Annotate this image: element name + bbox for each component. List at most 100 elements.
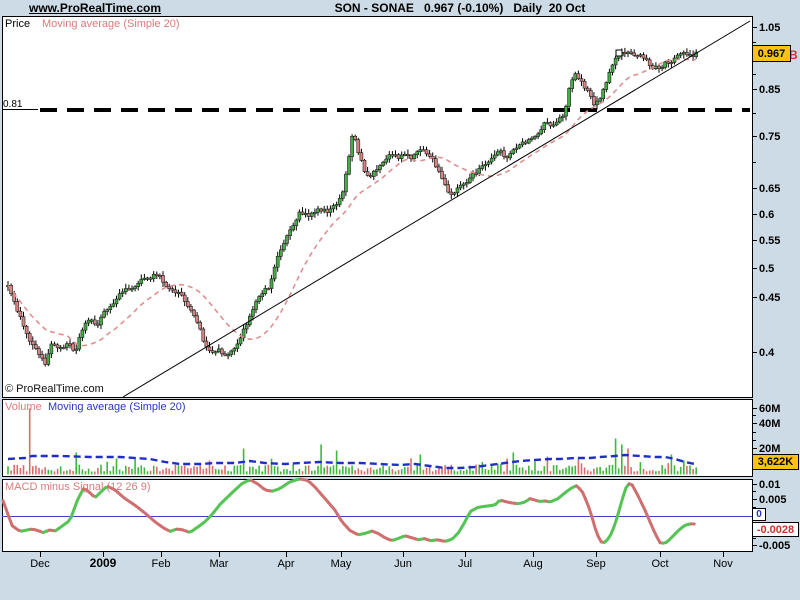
candle-body bbox=[604, 82, 609, 90]
candle-body bbox=[514, 147, 519, 151]
candle-body bbox=[232, 348, 237, 352]
candle-body bbox=[480, 165, 485, 169]
last-price-box: 0.967 bbox=[752, 45, 791, 62]
candle-body bbox=[337, 198, 342, 205]
candle-body bbox=[309, 212, 314, 217]
candle-body bbox=[213, 351, 218, 354]
candle-body bbox=[564, 106, 568, 117]
candle-body bbox=[207, 346, 212, 351]
price-ma-label: Moving average (Simple 20) bbox=[42, 18, 180, 30]
month-label: Mar bbox=[210, 558, 229, 570]
candle-body bbox=[83, 322, 88, 331]
candle-body bbox=[145, 277, 150, 280]
site-link[interactable]: www.ProRealTime.com bbox=[29, 1, 161, 15]
candle-body bbox=[325, 208, 330, 213]
candle-body bbox=[272, 266, 277, 280]
candle-body bbox=[443, 178, 447, 186]
candle-body bbox=[235, 343, 240, 349]
candle-body bbox=[666, 61, 671, 64]
candle-body bbox=[347, 156, 351, 175]
macd-axis-label: 0.01 bbox=[759, 479, 780, 491]
candle-body bbox=[238, 337, 243, 345]
candle-body bbox=[350, 135, 354, 157]
candle-body bbox=[27, 333, 32, 342]
candle-body bbox=[635, 55, 640, 58]
candle-body bbox=[127, 288, 131, 291]
candle-body bbox=[155, 273, 159, 276]
candle-body bbox=[86, 319, 91, 324]
copyright-label: © ProRealTime.com bbox=[5, 383, 104, 395]
candle-body bbox=[223, 353, 227, 356]
candle-body bbox=[520, 141, 525, 146]
candle-body bbox=[458, 184, 463, 189]
candle-body bbox=[632, 52, 637, 56]
candle-body bbox=[365, 171, 370, 176]
candle-body bbox=[495, 151, 500, 156]
candle-body bbox=[182, 294, 187, 302]
candle-body bbox=[179, 291, 184, 296]
trendline-handle bbox=[615, 49, 623, 57]
price-axis-label: 0.45 bbox=[759, 292, 780, 304]
candle-body bbox=[74, 348, 78, 351]
candle-body bbox=[489, 157, 494, 163]
proreal-time-chart-window: Price Moving average (Simple 20) 0.81 © Pro… bbox=[0, 0, 800, 600]
candle-body bbox=[151, 273, 156, 280]
month-label: Oct bbox=[651, 558, 668, 570]
price-panel bbox=[2, 16, 753, 398]
month-label: Apr bbox=[277, 558, 294, 570]
candle-body bbox=[660, 67, 664, 70]
candle-body bbox=[148, 277, 153, 280]
candle-body bbox=[412, 154, 416, 160]
volume-value-box: 3,622K bbox=[752, 454, 799, 470]
candle-body bbox=[440, 170, 444, 179]
candle-body bbox=[93, 319, 97, 325]
candle-body bbox=[378, 165, 382, 170]
candle-body bbox=[486, 161, 491, 165]
month-label: Sep bbox=[586, 558, 606, 570]
candle-body bbox=[164, 281, 168, 287]
volume-axis-label: 60M bbox=[759, 403, 780, 415]
candle-body bbox=[61, 347, 66, 350]
candle-body bbox=[499, 150, 503, 153]
candle-body bbox=[557, 117, 562, 123]
candle-body bbox=[573, 73, 578, 81]
candle-body bbox=[548, 122, 553, 127]
candle-body bbox=[492, 154, 497, 159]
candle-body bbox=[15, 301, 20, 312]
candle-body bbox=[626, 51, 630, 54]
candle-body bbox=[561, 115, 565, 119]
candle-body bbox=[681, 52, 686, 55]
candle-body bbox=[471, 172, 475, 179]
candle-body bbox=[306, 213, 311, 217]
candle-body bbox=[297, 211, 302, 221]
candle-body bbox=[530, 137, 534, 140]
month-label: Nov bbox=[713, 558, 733, 570]
candle-body bbox=[396, 154, 401, 159]
candle-body bbox=[368, 175, 373, 178]
candle-body bbox=[344, 173, 348, 193]
price-axis-label: 0.5 bbox=[759, 263, 774, 275]
header-bar: www.ProRealTime.com SON - SONAE 0.967 (-… bbox=[0, 0, 800, 15]
candle-body bbox=[427, 153, 432, 157]
candle-body bbox=[96, 323, 100, 326]
candle-body bbox=[43, 357, 48, 365]
candle-body bbox=[371, 170, 376, 177]
price-axis-label: 0.75 bbox=[759, 131, 780, 143]
candle-body bbox=[68, 343, 72, 346]
candle-body bbox=[18, 310, 23, 318]
candle-body bbox=[437, 166, 441, 172]
candle-body bbox=[418, 149, 423, 152]
chart-canvas[interactable]: Price Moving average (Simple 20) 0.81 © Pro… bbox=[0, 0, 800, 600]
candle-body bbox=[638, 54, 643, 57]
candle-body bbox=[316, 208, 320, 213]
candle-body bbox=[356, 139, 361, 154]
candle-body bbox=[381, 161, 385, 166]
candle-body bbox=[65, 343, 69, 348]
month-label: Feb bbox=[152, 558, 171, 570]
candle-body bbox=[170, 288, 175, 291]
candle-body bbox=[300, 211, 305, 215]
candle-body bbox=[278, 249, 283, 257]
candle-body bbox=[71, 343, 75, 351]
price-axis-label: 0.6 bbox=[759, 209, 774, 221]
candle-body bbox=[415, 151, 420, 155]
